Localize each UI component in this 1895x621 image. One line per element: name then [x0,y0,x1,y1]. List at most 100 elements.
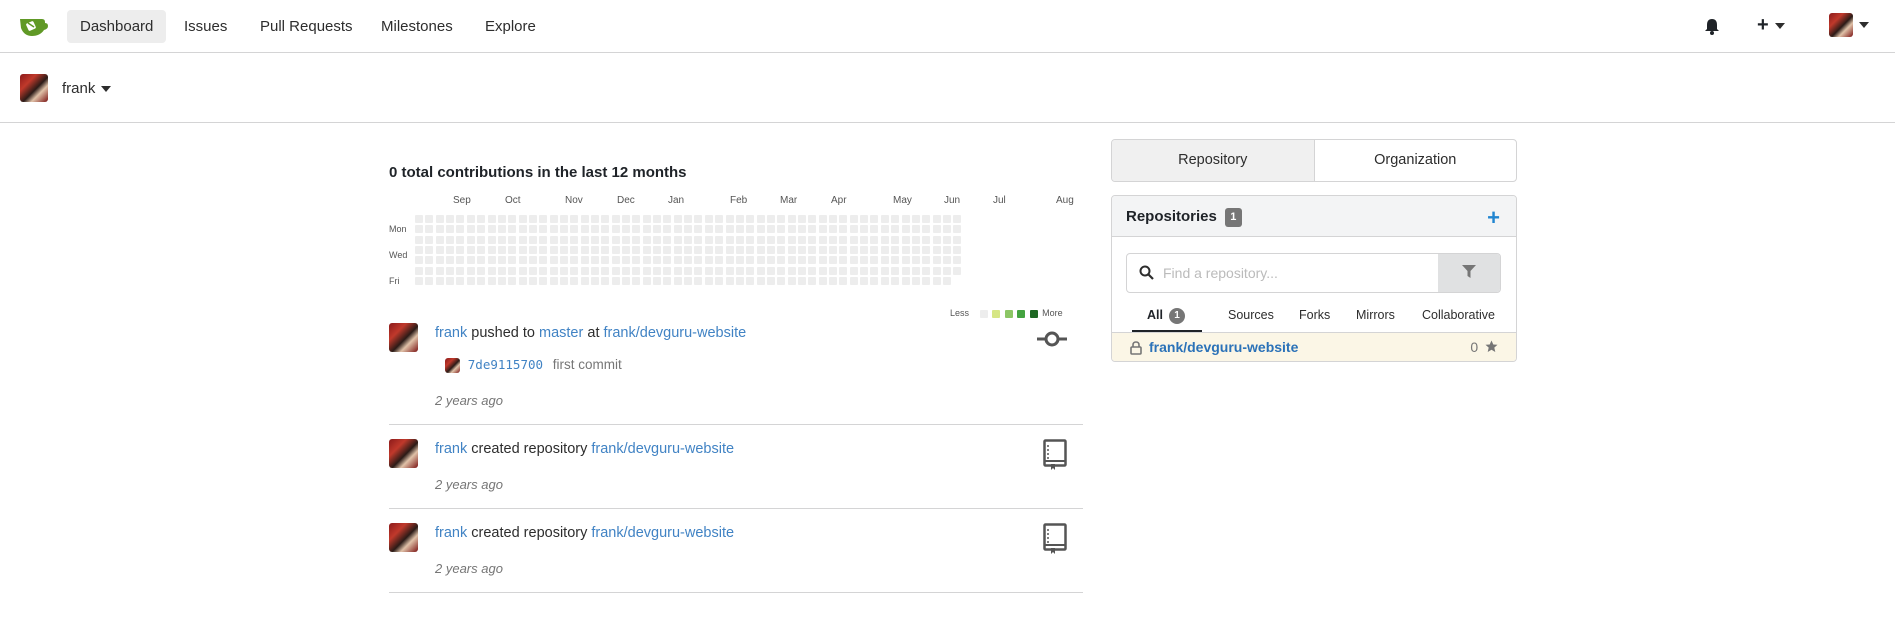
repo-tab-mirrors[interactable]: Mirrors [1356,308,1395,322]
commit-sha-link[interactable]: 7de9115700 [468,357,543,372]
repo-tab-all-label: All [1147,308,1163,322]
bell-icon[interactable] [1704,18,1720,35]
heatmap-cell [932,225,941,234]
heatmap-cell [694,277,703,286]
heatmap-cell [446,235,454,244]
feed-action: pushed to [471,325,535,341]
repo-list-item[interactable]: frank/devguru-website 0 [1112,332,1516,361]
heatmap-cell [735,266,744,275]
heatmap-cell [818,215,827,223]
heatmap-cell [559,235,568,244]
heatmap-cell [642,215,651,223]
nav-milestones[interactable]: Milestones [368,10,466,43]
search-icon [1139,265,1154,280]
repo-search-input[interactable] [1163,254,1433,292]
heatmap-cell [932,266,941,275]
repo-name-link[interactable]: frank/devguru-website [1149,339,1298,355]
repo-org-switch: Repository Organization [1111,139,1517,182]
heatmap-cell [911,246,920,254]
user-menu[interactable] [1829,13,1869,37]
heatmap-cell [466,215,475,223]
avatar[interactable] [389,439,418,468]
feed-branch-link[interactable]: master [539,325,583,341]
heatmap-cell [673,246,682,254]
avatar[interactable] [389,523,418,552]
nav-explore[interactable]: Explore [472,10,549,43]
heatmap-cell [746,246,755,254]
heatmap-cell [539,246,548,254]
heatmap-cell [684,256,693,265]
nav-issues[interactable]: Issues [171,10,240,43]
heatmap-cell [487,277,496,286]
nav-pull-requests[interactable]: Pull Requests [247,10,366,43]
heatmap-cell [839,225,848,234]
commit-icon [1037,331,1067,347]
repo-tab-sources[interactable]: Sources [1228,308,1274,322]
repo-tab-forks[interactable]: Forks [1299,308,1330,322]
repo-book-icon [1043,439,1067,470]
heatmap-cell [911,225,920,234]
heatmap-cell [829,256,837,265]
heatmap-cell [922,246,931,254]
heatmap-cell [425,215,434,223]
context-user-name: frank [62,80,96,97]
heatmap-cell [477,215,486,223]
feed-repo-link[interactable]: frank/devguru-website [591,441,734,457]
heatmap-cell [653,235,661,244]
feed-user-link[interactable]: frank [435,325,467,341]
heatmap-cell [880,266,889,275]
heatmap-cell [797,277,806,286]
heatmap-cell [601,246,610,254]
nav-dashboard[interactable]: Dashboard [67,10,167,43]
heatmap-cell [715,256,724,265]
new-repository-plus-icon[interactable]: + [1487,205,1500,231]
heatmap-cell [756,215,765,223]
heatmap-cell [653,277,661,286]
heatmap-cell [673,266,682,275]
repo-filter-button[interactable] [1438,254,1500,292]
heatmap-cell [601,266,610,275]
heatmap-month-label: Aug [1056,195,1074,206]
heatmap-cell [725,246,734,254]
repositories-header: Repositories 1 + [1112,196,1516,237]
heatmap-cell [725,266,734,275]
heatmap-cell [870,277,879,286]
repo-tab-all[interactable]: All 1 [1147,308,1185,324]
heatmap-cell [715,246,724,254]
heatmap-cell [518,235,527,244]
heatmap-cell [642,277,651,286]
heatmap-cell [580,277,589,286]
tab-organization[interactable]: Organization [1315,140,1517,181]
heatmap-cell [466,277,475,286]
context-user-switcher[interactable]: frank [62,80,112,97]
heatmap-cell [487,235,496,244]
heatmap-cell [891,266,900,275]
feed-user-link[interactable]: frank [435,525,467,541]
plus-icon: + [1757,14,1769,36]
avatar[interactable] [389,323,418,352]
feed-repo-link[interactable]: frank/devguru-website [604,325,747,341]
heatmap-cell [456,235,465,244]
heatmap-cell [911,266,920,275]
heatmap-cell [497,256,506,265]
repo-tab-collaborative[interactable]: Collaborative [1422,308,1495,322]
heatmap-cell [518,277,527,286]
heatmap-cell [539,215,548,223]
heatmap-cell [446,256,454,265]
heatmap-cell [694,235,703,244]
tab-repository[interactable]: Repository [1112,140,1315,181]
create-new-dropdown[interactable]: + [1757,14,1785,37]
heatmap-cell [456,277,465,286]
feed-repo-link[interactable]: frank/devguru-website [591,525,734,541]
heatmap-cell [797,246,806,254]
feed-line: frank pushed to master at frank/devguru-… [435,325,746,341]
heatmap-cell [901,215,910,223]
heatmap-cell [611,235,620,244]
heatmap-cell [953,266,962,275]
heatmap-cell [725,235,734,244]
heatmap-month-label: Apr [831,195,847,206]
heatmap-cell [901,225,910,234]
feed-user-link[interactable]: frank [435,441,467,457]
heatmap-cell [829,246,837,254]
gitea-logo-icon[interactable] [18,14,48,38]
